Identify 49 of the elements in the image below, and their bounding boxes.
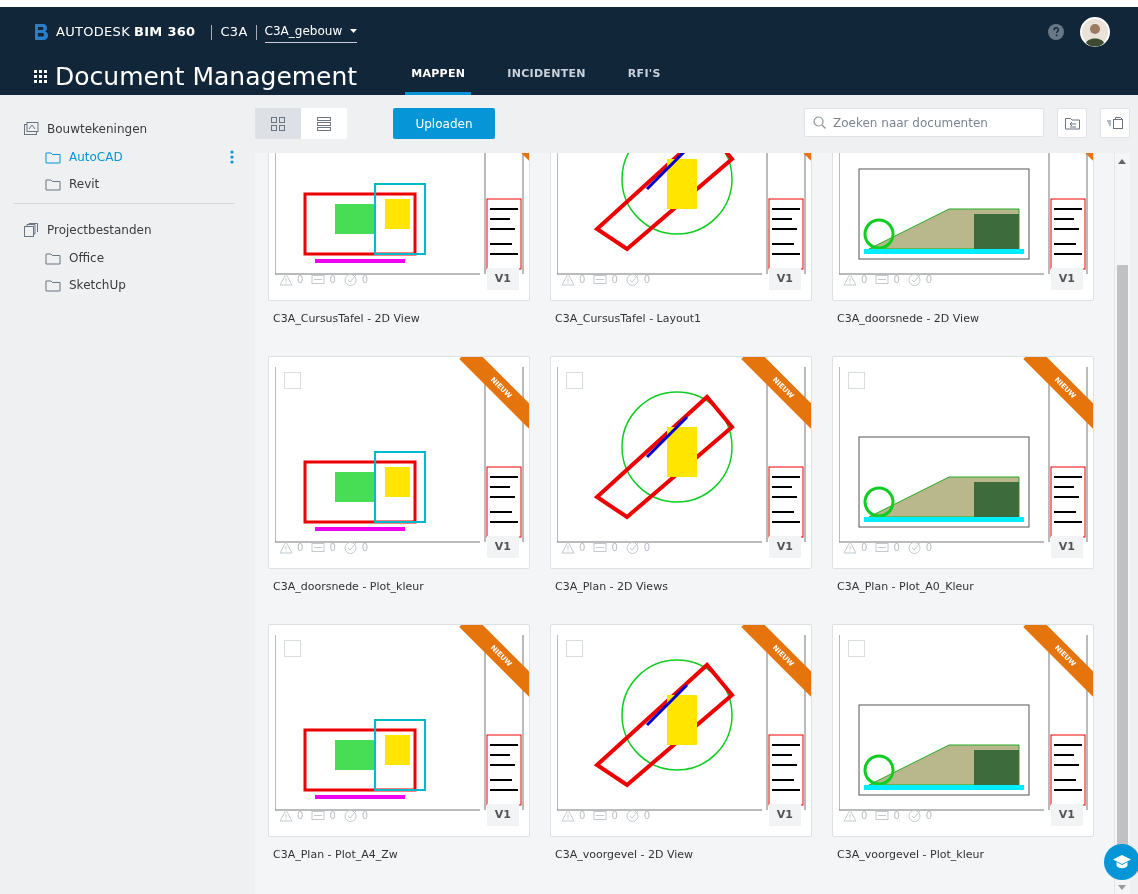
count: 0 [925, 272, 933, 287]
document-name[interactable]: C3A_doorsnede - 2D View [832, 301, 1094, 328]
document-name[interactable]: C3A_CursusTafel - Layout1 [550, 301, 812, 328]
count: 0 [611, 808, 618, 823]
count: 0 [579, 272, 586, 287]
count: 0 [297, 540, 304, 555]
count: 0 [579, 808, 586, 823]
count: 0 [361, 808, 369, 823]
document-name[interactable]: C3A_Plan - 2D Views [550, 569, 812, 596]
folder-item[interactable]: SketchUp [24, 271, 234, 298]
count: 0 [893, 540, 900, 555]
count: 0 [893, 272, 900, 287]
tab[interactable]: RFI'S [621, 57, 667, 95]
count: 0 [861, 808, 868, 823]
count: 0 [329, 540, 336, 555]
count: 0 [329, 272, 336, 287]
document-name[interactable]: C3A_CursusTafel - 2D View [268, 301, 530, 328]
document-name[interactable]: C3A_Plan - Plot_A4_Zw [268, 837, 530, 864]
app-title: Document Management [55, 63, 358, 89]
count: 0 [861, 272, 868, 287]
account-name[interactable]: C3A [220, 22, 248, 42]
count: 0 [611, 272, 618, 287]
count: 0 [579, 540, 586, 555]
folder-item[interactable]: Office [24, 244, 234, 271]
count: 0 [643, 540, 651, 555]
product-name: BIM 360 [134, 23, 196, 42]
document-name[interactable]: C3A_Plan - Plot_A0_Kleur [832, 569, 1094, 596]
count: 0 [643, 272, 651, 287]
count: 0 [297, 808, 304, 823]
brand-name: AUTODESK [56, 23, 130, 42]
folder-item[interactable]: Revit [24, 170, 234, 197]
count: 0 [297, 272, 304, 287]
search-field[interactable]: Zoeken naar documenten [804, 108, 1044, 137]
count: 0 [893, 808, 900, 823]
count: 0 [643, 808, 651, 823]
count: 0 [861, 540, 868, 555]
tab[interactable]: INCIDENTEN [501, 57, 592, 95]
section-title[interactable]: Projectbestanden [47, 221, 152, 239]
document-name[interactable]: C3A_voorgevel - 2D View [550, 837, 812, 864]
section-title[interactable]: Bouwtekeningen [47, 120, 148, 138]
count: 0 [925, 808, 933, 823]
count: 0 [361, 272, 369, 287]
count: 0 [925, 540, 933, 555]
count: 0 [361, 540, 369, 555]
project-selector[interactable]: C3A_gebouw [264, 21, 358, 43]
count: 0 [329, 808, 336, 823]
count: 0 [611, 540, 618, 555]
document-name[interactable]: C3A_voorgevel - Plot_kleur [832, 837, 1094, 864]
document-name[interactable]: C3A_doorsnede - Plot_kleur [268, 569, 530, 596]
